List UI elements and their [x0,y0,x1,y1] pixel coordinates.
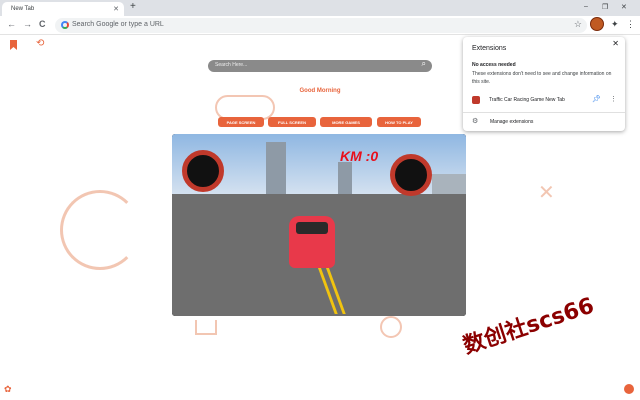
sparkle-doodle: ✕ [538,182,555,204]
extension-name[interactable]: Traffic Car Racing Game New Tab [489,97,565,103]
extensions-puzzle-icon[interactable]: ✦ [611,19,619,30]
full-screen-button[interactable]: FULL SCREEN [268,117,316,127]
page-screen-button[interactable]: PAGE SCREEN [218,117,264,127]
maximize-icon[interactable]: ❐ [602,3,608,11]
forward-icon[interactable]: → [23,19,32,29]
speed-gauge-right [390,154,432,196]
back-icon[interactable]: ← [7,19,16,29]
more-games-button[interactable]: MORE GAMES [320,117,372,127]
page-search-bar[interactable]: Search Here... ⌕ [208,59,432,72]
omnibox[interactable]: Search Google or type a URL ☆ [55,18,587,33]
game-building [338,162,352,198]
minimize-icon[interactable]: – [584,3,588,10]
more-options-icon[interactable]: ⋮ [610,95,617,103]
how-to-play-button[interactable]: HOW TO PLAY [377,117,421,127]
popup-section-desc: These extensions don't need to see and c… [472,71,612,85]
bookmark-star-icon[interactable]: ☆ [574,19,582,30]
extension-list-item[interactable]: Traffic Car Racing Game New Tab 📌︎ ⋮ [463,93,625,107]
popup-close-icon[interactable]: ✕ [612,39,619,48]
search-icon[interactable]: ⌕ [422,59,426,69]
tab-title: New Tab [11,6,35,12]
gear-icon: ⚙ [472,118,479,125]
car-windshield [296,222,328,234]
racing-game-icon [472,96,480,104]
doodle-decoration [195,320,217,335]
omnibox-placeholder[interactable]: Search Google or type a URL [72,21,164,28]
popup-title: Extensions [472,45,507,52]
page-search-placeholder[interactable]: Search Here... [215,62,247,68]
pin-icon[interactable]: 📌︎ [592,95,601,103]
close-tab-icon[interactable]: ✕ [113,5,119,13]
extension-racing-icon[interactable] [590,17,604,31]
window-close-icon[interactable]: ✕ [621,3,627,11]
tab-new-tab[interactable]: New Tab ✕ [2,2,124,16]
reload-icon[interactable]: C [39,19,46,29]
greeting-text: Good Morning [299,88,341,94]
manage-extensions-label: Manage extensions [490,119,534,125]
browser-menu-icon[interactable]: ⋮ [626,19,635,30]
corner-extension-icon[interactable] [624,384,634,394]
manage-extensions-link[interactable]: ⚙ Manage extensions [472,117,533,125]
game-building [266,142,286,197]
new-tab-button[interactable]: + [130,1,136,12]
player-car [289,216,335,268]
tab-strip: New Tab ✕ + – ❐ ✕ [0,0,640,16]
speed-gauge-left [182,150,224,192]
settings-gear-icon[interactable]: ✿ [4,384,12,395]
km-counter: KM :0 [340,148,379,164]
popup-divider [463,112,625,113]
browser-toolbar: ← → C Search Google or type a URL ☆ [0,16,640,35]
doodle-decoration [380,316,402,338]
google-icon [61,21,69,29]
popup-section-heading: No access needed [472,62,516,68]
game-canvas[interactable]: KM :0 [172,134,466,316]
extensions-popup: Extensions ✕ No access needed These exte… [463,37,625,131]
history-icon[interactable]: ⟲ [36,38,44,49]
doodle-decoration [60,190,140,270]
